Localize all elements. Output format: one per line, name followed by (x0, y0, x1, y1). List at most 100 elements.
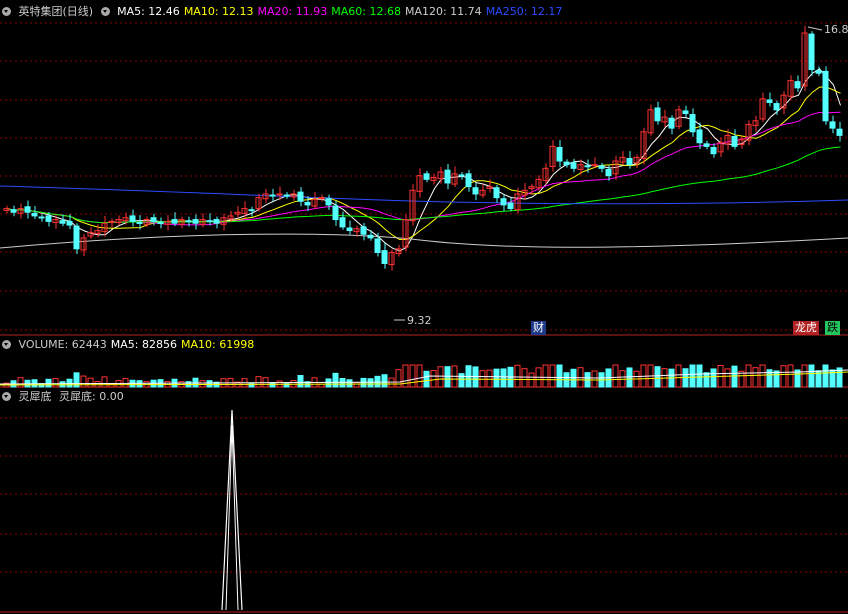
volume-bar (710, 368, 717, 388)
candlestick (150, 217, 157, 222)
volume-bar (731, 365, 738, 388)
volume-bar (381, 374, 388, 388)
volume-bar (80, 375, 87, 388)
volume-bar (17, 377, 24, 388)
volume-bar (703, 372, 710, 388)
candlestick (556, 146, 563, 162)
candlestick (73, 225, 80, 250)
chevron-down-icon[interactable] (2, 340, 11, 349)
candlestick (157, 221, 164, 224)
drop-marker[interactable]: 跌 (825, 321, 840, 335)
candlestick (66, 220, 73, 226)
candlestick (710, 146, 717, 155)
candlestick (332, 205, 339, 221)
volume-bar (759, 364, 766, 388)
chevron-down-icon[interactable] (2, 392, 11, 401)
candlestick (591, 164, 598, 167)
volume-bar (423, 370, 430, 388)
candlestick (808, 33, 815, 71)
volume-bar (437, 366, 444, 388)
candlestick (10, 209, 17, 213)
volume-bar (325, 378, 332, 388)
candlestick (472, 187, 479, 195)
volume-bar (360, 377, 367, 388)
volume-bar (458, 373, 465, 388)
stock-chart[interactable] (0, 0, 848, 614)
chevron-down-icon[interactable] (100, 7, 110, 16)
candlestick (339, 217, 346, 228)
volume-bar (444, 366, 451, 388)
volume-bar (52, 378, 59, 388)
candlestick (38, 216, 45, 219)
volume-bar (808, 364, 815, 388)
candlestick (45, 215, 52, 222)
dragon-tiger-marker[interactable]: 龙虎 (793, 321, 819, 335)
candlestick (381, 250, 388, 264)
ma-legend-item: MA5: 12.46 (117, 5, 180, 18)
volume-bar (724, 368, 731, 388)
candlestick (703, 143, 710, 147)
stock-title[interactable]: 英特集团(日线) (19, 5, 94, 18)
volume-bar (689, 364, 696, 388)
volume-bar (297, 375, 304, 388)
candlestick (584, 165, 591, 168)
volume-bar (549, 364, 556, 388)
volume-bar (206, 380, 213, 388)
volume-bar (500, 368, 507, 388)
volume-bar (773, 370, 780, 388)
ma-legend-item: MA250: 12.17 (485, 5, 563, 18)
candlestick (570, 162, 577, 169)
price-legend: 英特集团(日线) MA5: 12.46 MA10: 12.13 MA20: 11.9… (2, 4, 570, 20)
volume-legend-item: VOLUME: 62443 (18, 338, 107, 351)
candlestick (206, 220, 213, 223)
indicator-legend: 灵犀底 灵犀底: 0.00 (2, 389, 128, 405)
ma-line (7, 111, 841, 226)
candlestick (423, 173, 430, 180)
volume-bars (0, 364, 848, 388)
indicator-title[interactable]: 灵犀底 (19, 390, 52, 403)
candlestick (276, 193, 283, 196)
candlestick (689, 114, 696, 133)
volume-bar (493, 368, 500, 388)
high-pointer (807, 26, 823, 31)
volume-bar (353, 382, 360, 388)
volume-bar (136, 380, 143, 388)
candlestick (626, 157, 633, 166)
volume-bar (752, 367, 759, 388)
candlestick (24, 206, 31, 213)
ma-legend-item: MA60: 12.68 (331, 5, 401, 18)
volume-bar (780, 365, 787, 388)
candlestick (507, 202, 514, 210)
volume-bar (87, 377, 94, 388)
volume-bar (409, 364, 416, 388)
volume-bar (416, 364, 423, 388)
candlestick (654, 107, 661, 122)
candlestick (458, 174, 465, 177)
ma-legend-item: MA20: 11.93 (257, 5, 328, 18)
volume-bar (696, 364, 703, 388)
volume-bar (521, 368, 528, 388)
ma250-line (0, 185, 848, 205)
candlestick (31, 212, 38, 217)
candlestick (731, 136, 738, 147)
candlestick (563, 161, 570, 166)
candlestick (360, 226, 367, 235)
candlestick (682, 110, 689, 114)
candlestick (829, 121, 836, 129)
candlestick (836, 128, 843, 136)
candlestick (108, 220, 115, 223)
volume-bar (255, 376, 262, 388)
volume-bar (556, 364, 563, 388)
volume-bar (675, 364, 682, 388)
candlesticks (3, 25, 843, 271)
volume-bar (486, 369, 493, 388)
candlestick (598, 165, 605, 169)
finance-marker[interactable]: 财 (531, 321, 546, 335)
volume-bar (332, 372, 339, 388)
chevron-down-icon[interactable] (2, 7, 11, 16)
volume-legend-item: MA5: 82856 (110, 338, 177, 351)
volume-bar (591, 370, 598, 388)
candlestick (269, 194, 276, 197)
volume-bar (367, 378, 374, 388)
volume-bar (346, 379, 353, 388)
